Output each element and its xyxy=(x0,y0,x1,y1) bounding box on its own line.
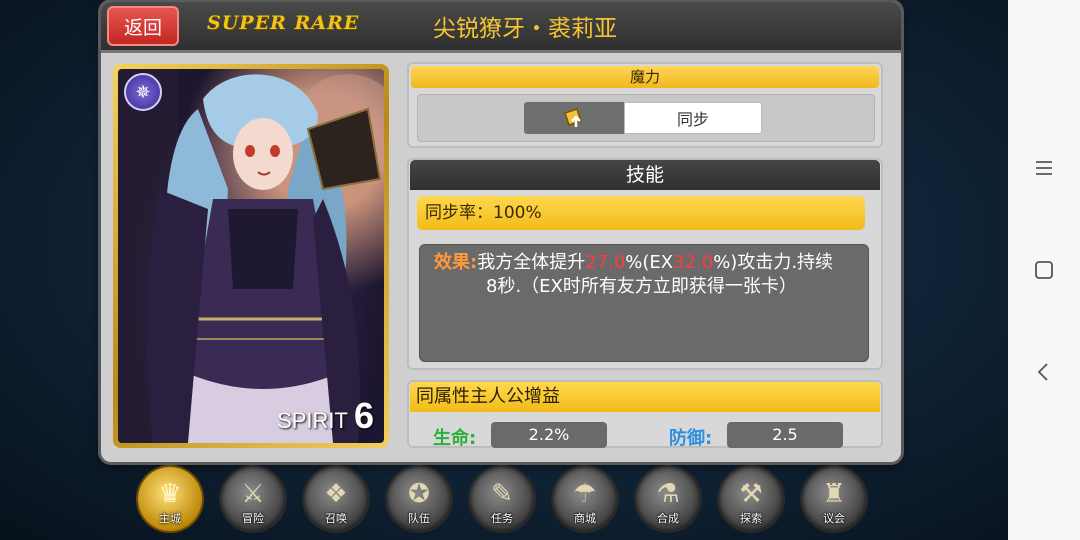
card-artwork: ✵ SPIRIT 6 xyxy=(118,69,384,443)
effect-line-1: 效果:我方全体提升27.0%(EX32.0%)攻击力.持续 xyxy=(434,251,858,275)
synthesis-icon: ⚗ xyxy=(656,479,680,509)
menu-synthesis-button[interactable]: ⚗ 合成 xyxy=(636,467,700,531)
home-icon xyxy=(1035,261,1053,279)
rarity-label: SUPER RARE xyxy=(207,12,360,34)
sync-rate-label: 同步率： xyxy=(425,203,493,223)
explore-icon: ⚒ xyxy=(739,479,763,509)
defense-value: 2.5 xyxy=(727,422,843,448)
menu-summon-button[interactable]: ❖ 召唤 xyxy=(304,467,368,531)
effect-line-2: 8秒.（EX时所有友方立即获得一张卡） xyxy=(486,276,797,297)
card-title: 尖锐獠牙・裘莉亚 xyxy=(433,16,617,42)
menu-explore-button[interactable]: ⚒ 探索 xyxy=(719,467,783,531)
card-artwork-frame[interactable]: ✵ SPIRIT 6 xyxy=(113,64,389,448)
hp-value: 2.2% xyxy=(491,422,607,448)
menu-adventure-button[interactable]: ⚔ 冒险 xyxy=(221,467,285,531)
menu-label: 议会 xyxy=(823,512,845,525)
spirit-element-icon: ✵ xyxy=(124,73,162,111)
menu-label: 召唤 xyxy=(325,512,347,525)
sync-button[interactable]: 同步 xyxy=(624,102,762,134)
home-button[interactable] xyxy=(1028,254,1060,286)
mana-toggle-row: 同步 xyxy=(417,94,875,142)
summon-cards-icon: ❖ xyxy=(324,479,348,509)
menu-label: 主城 xyxy=(159,512,181,525)
back-icon xyxy=(1037,363,1048,381)
skill-header: 技能 xyxy=(410,160,880,190)
effect-label: 效果: xyxy=(434,252,478,273)
bonus-header: 同属性主人公增益 xyxy=(410,382,880,412)
spirit-value: 6 xyxy=(353,395,374,436)
skill-effect-box: 效果:我方全体提升27.0%(EX32.0%)攻击力.持续 8秒.（EX时所有友… xyxy=(419,244,869,362)
game-screen: 返回 SUPER RARE 尖锐獠牙・裘莉亚 ✵ SPIRIT 6 魔力 同步 … xyxy=(0,0,1008,540)
spirit-cost-label: SPIRIT 6 xyxy=(277,395,374,437)
team-emblem-icon: ✪ xyxy=(408,479,430,509)
bottom-menu: ♛ 主城 ⚔ 冒险 ❖ 召唤 ✪ 队伍 ✎ 任务 ☂ 商城 ⚗ 合成 ⚒ 探索 xyxy=(138,467,878,535)
effect-ex-value: 32.0 xyxy=(673,252,714,273)
menu-label: 冒险 xyxy=(242,512,264,525)
quest-book-icon: ✎ xyxy=(491,479,513,509)
effect-text: 我方全体提升 xyxy=(477,252,586,273)
castle-icon: ♛ xyxy=(158,479,182,509)
menu-label: 合成 xyxy=(657,512,679,525)
spirit-text: SPIRIT xyxy=(277,408,348,433)
shop-icon: ☂ xyxy=(573,479,597,509)
attribute-bonus-panel: 同属性主人公增益 生命: 2.2% 防御: 2.5 xyxy=(407,380,883,448)
skill-panel: 技能 同步率：100% 效果:我方全体提升27.0%(EX32.0%)攻击力.持… xyxy=(407,158,883,370)
card-up-icon xyxy=(564,108,582,127)
system-back-button[interactable] xyxy=(1028,356,1060,388)
menu-castle-button[interactable]: ♛ 主城 xyxy=(138,467,202,531)
menu-label: 队伍 xyxy=(408,512,430,525)
menu-shop-button[interactable]: ☂ 商城 xyxy=(553,467,617,531)
mana-panel: 魔力 同步 xyxy=(407,62,883,148)
title-bar: 返回 SUPER RARE 尖锐獠牙・裘莉亚 xyxy=(101,2,901,53)
character-illustration xyxy=(118,69,384,443)
menu-label: 探索 xyxy=(740,512,762,525)
menu-icon xyxy=(1036,161,1052,175)
card-detail-dialog: 返回 SUPER RARE 尖锐獠牙・裘莉亚 ✵ SPIRIT 6 魔力 同步 … xyxy=(101,2,901,462)
hp-label: 生命: xyxy=(433,428,477,448)
effect-text: %)攻击力.持续 xyxy=(713,252,834,273)
menu-quest-button[interactable]: ✎ 任务 xyxy=(470,467,534,531)
crossed-swords-icon: ⚔ xyxy=(241,479,265,509)
mana-header: 魔力 xyxy=(411,66,879,88)
back-button[interactable]: 返回 xyxy=(107,6,179,46)
sync-rate-bar: 同步率：100% xyxy=(417,196,865,230)
system-navigation-bar xyxy=(1008,0,1080,540)
defense-label: 防御: xyxy=(669,428,713,448)
recent-apps-button[interactable] xyxy=(1028,152,1060,184)
menu-label: 商城 xyxy=(574,512,596,525)
council-icon: ♜ xyxy=(822,479,846,509)
card-type-toggle[interactable] xyxy=(524,102,624,134)
menu-council-button[interactable]: ♜ 议会 xyxy=(802,467,866,531)
menu-label: 任务 xyxy=(491,512,513,525)
menu-team-button[interactable]: ✪ 队伍 xyxy=(387,467,451,531)
effect-value: 27.0 xyxy=(585,252,626,273)
sync-rate-value: 100% xyxy=(493,203,542,223)
effect-text: %(EX xyxy=(625,252,674,273)
